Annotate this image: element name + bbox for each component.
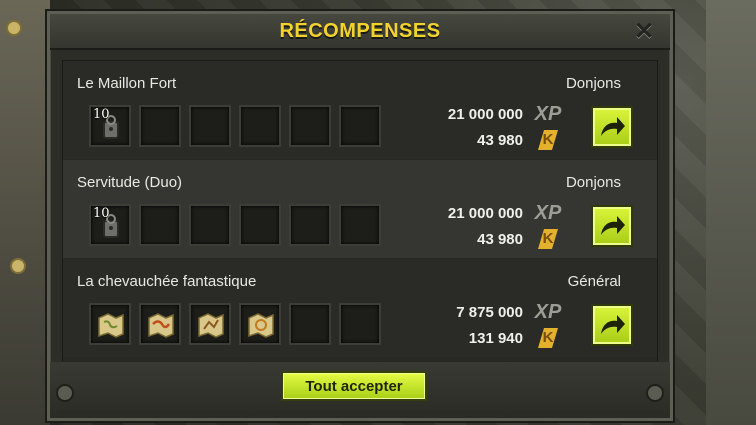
item-slot[interactable] [239, 303, 281, 345]
empty-slot [289, 204, 331, 246]
empty-slot [339, 105, 381, 147]
window-titlebar: RÉCOMPENSES ✕ [50, 14, 670, 50]
rivet-ornament [646, 384, 664, 402]
empty-slot [189, 204, 231, 246]
xp-value: 21 000 000 [447, 204, 523, 222]
reward-category: Général [567, 273, 621, 290]
empty-slot [139, 105, 181, 147]
background-ornament [6, 20, 22, 36]
item-quantity: 10 [93, 206, 110, 221]
rivet-ornament [56, 384, 74, 402]
claim-button[interactable] [591, 304, 633, 346]
xp-icon: XP [534, 201, 562, 224]
accept-all-button[interactable]: Tout accepter [281, 371, 427, 401]
background-pillar-left [0, 0, 50, 425]
empty-slot [239, 204, 281, 246]
item-slot[interactable]: 10 [89, 105, 131, 147]
reward-name: Le Maillon Fort [77, 75, 177, 92]
item-slots: 10 [89, 105, 381, 147]
empty-slot [189, 105, 231, 147]
treasure-map-icon [248, 313, 274, 338]
window-title: RÉCOMPENSES [279, 19, 441, 42]
claim-button[interactable] [591, 106, 633, 148]
empty-slot [239, 105, 281, 147]
kamas-value: 43 980 [477, 131, 523, 149]
reward-row: Servitude (Duo) Donjons 10 21 000 000 XP… [63, 160, 657, 258]
arrow-curve-icon [601, 117, 625, 136]
item-slot[interactable] [189, 303, 231, 345]
empty-slot [289, 105, 331, 147]
reward-category: Donjons [565, 75, 621, 92]
background-ornament [10, 258, 26, 274]
reward-category: Donjons [565, 174, 621, 191]
item-slot[interactable] [89, 303, 131, 345]
reward-row: La chevauchée fantastique Général 7 875 … [63, 259, 657, 357]
kamas-icon: K [533, 130, 563, 150]
background-pillar-right [706, 0, 756, 425]
arrow-curve-icon [601, 315, 625, 334]
item-slot[interactable]: 10 [89, 204, 131, 246]
item-slots: 10 [89, 204, 381, 246]
xp-icon: XP [534, 102, 562, 125]
empty-slot [339, 303, 381, 345]
kamas-value: 131 940 [468, 329, 523, 347]
xp-value: 21 000 000 [447, 105, 523, 123]
claim-button[interactable] [591, 205, 633, 247]
reward-name: La chevauchée fantastique [77, 273, 257, 290]
reward-values: 21 000 000 XP 43 980 K [448, 101, 563, 153]
reward-name: Servitude (Duo) [77, 174, 183, 191]
rewards-window: RÉCOMPENSES ✕ Le Maillon Fort Donjons 10 [47, 11, 673, 421]
kamas-icon: K [533, 328, 563, 348]
item-quantity: 10 [93, 107, 110, 122]
arrow-curve-icon [601, 216, 625, 235]
reward-values: 21 000 000 XP 43 980 K [448, 200, 563, 252]
reward-values: 7 875 000 XP 131 940 K [456, 299, 563, 351]
item-slots [89, 303, 381, 345]
empty-slot [139, 204, 181, 246]
treasure-map-icon [198, 313, 224, 338]
xp-value: 7 875 000 [456, 303, 523, 321]
close-icon[interactable]: ✕ [632, 20, 656, 44]
rewards-list: Le Maillon Fort Donjons 10 21 000 000 XP… [62, 60, 658, 366]
xp-icon: XP [534, 300, 562, 323]
item-slot[interactable] [139, 303, 181, 345]
empty-slot [289, 303, 331, 345]
empty-slot [339, 204, 381, 246]
kamas-value: 43 980 [477, 230, 523, 248]
kamas-icon: K [533, 229, 563, 249]
reward-row: Le Maillon Fort Donjons 10 21 000 000 XP… [63, 61, 657, 159]
treasure-map-icon [148, 313, 174, 338]
treasure-map-icon [98, 313, 124, 338]
